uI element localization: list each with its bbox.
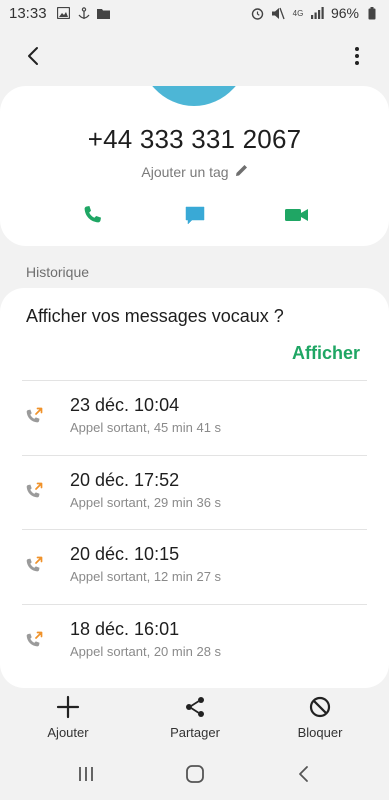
app-bar <box>0 26 389 86</box>
home-button[interactable] <box>183 764 207 784</box>
nav-back-button[interactable] <box>292 764 316 784</box>
call-detail: Appel sortant, 45 min 41 s <box>70 420 222 435</box>
call-button[interactable] <box>77 200 107 230</box>
phone-icon <box>84 206 101 223</box>
call-datetime: 18 déc. 16:01 <box>70 619 180 639</box>
bottom-action-bar: Ajouter Partager Bloquer <box>0 690 389 746</box>
call-detail: Appel sortant, 29 min 36 s <box>70 495 222 510</box>
home-icon <box>186 765 204 783</box>
mute-icon <box>271 6 285 20</box>
battery-icon <box>365 6 379 20</box>
call-detail: Appel sortant, 12 min 27 s <box>70 569 222 584</box>
anchor-icon <box>77 6 91 20</box>
call-datetime: 23 déc. 10:04 <box>70 395 180 415</box>
message-icon <box>185 206 205 225</box>
add-contact-button[interactable]: Ajouter <box>23 694 113 740</box>
pencil-icon <box>235 164 248 180</box>
signal-icon <box>311 6 325 20</box>
call-datetime: 20 déc. 17:52 <box>70 470 180 490</box>
folder-icon <box>97 6 111 20</box>
history-card: Afficher vos messages vocaux ? Afficher … <box>0 288 389 688</box>
message-button[interactable] <box>180 200 210 230</box>
block-button[interactable]: Bloquer <box>275 694 365 740</box>
alarm-icon <box>251 6 265 20</box>
contact-phone-number: +44 333 331 2067 <box>87 124 302 154</box>
more-vert-icon <box>355 47 359 65</box>
contact-actions <box>0 200 389 230</box>
share-icon <box>182 694 208 720</box>
history-section-title: Historique <box>26 264 90 280</box>
more-options-button[interactable] <box>349 44 365 68</box>
contact-card: +44 333 331 2067 Ajouter un tag <box>0 86 389 246</box>
nav-back-icon <box>299 766 308 782</box>
call-log-item[interactable]: 23 déc. 10:04 Appel sortant, 45 min 41 s <box>0 381 389 455</box>
gallery-icon <box>57 6 71 20</box>
call-detail: Appel sortant, 20 min 28 s <box>70 644 222 659</box>
recent-apps-icon <box>79 767 93 781</box>
video-camera-icon <box>285 209 308 221</box>
plus-icon <box>55 694 81 720</box>
network-type: 4G <box>292 8 304 18</box>
outgoing-call-icon <box>23 554 47 578</box>
call-log-item[interactable]: 20 déc. 17:52 Appel sortant, 29 min 36 s <box>0 456 389 530</box>
block-label: Bloquer <box>297 725 343 740</box>
avatar <box>138 86 250 106</box>
show-voicemail-button[interactable]: Afficher <box>292 343 360 364</box>
back-arrow-icon <box>28 47 38 65</box>
call-datetime: 20 déc. 10:15 <box>70 544 180 564</box>
add-tag-link[interactable]: Ajouter un tag <box>0 164 389 180</box>
outgoing-call-icon <box>23 480 47 504</box>
call-log-item[interactable]: 18 déc. 16:01 Appel sortant, 20 min 28 s <box>0 605 389 679</box>
battery-level: 96% <box>330 5 359 21</box>
outgoing-call-icon <box>23 405 47 429</box>
system-nav-bar <box>0 746 389 800</box>
voicemail-prompt: Afficher vos messages vocaux ? <box>26 306 284 326</box>
share-label: Partager <box>170 725 220 740</box>
video-call-button[interactable] <box>282 200 312 230</box>
share-button[interactable]: Partager <box>150 694 240 740</box>
recent-apps-button[interactable] <box>74 764 98 784</box>
status-bar: 13:33 4G 96% <box>0 0 389 26</box>
outgoing-call-icon <box>23 629 47 653</box>
block-icon <box>307 694 333 720</box>
back-button[interactable] <box>22 44 46 68</box>
add-label: Ajouter <box>47 725 89 740</box>
call-log-item[interactable]: 20 déc. 10:15 Appel sortant, 12 min 27 s <box>0 530 389 604</box>
add-tag-label: Ajouter un tag <box>141 164 229 180</box>
status-time: 13:33 <box>9 4 47 22</box>
